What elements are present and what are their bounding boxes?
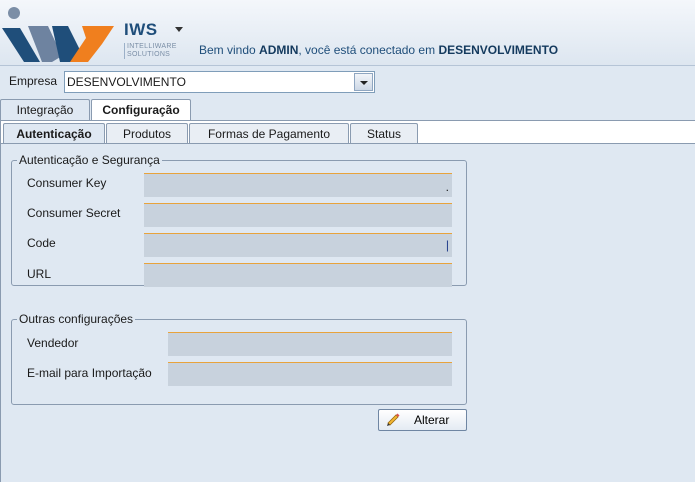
environment-name: DESENVOLVIMENTO [438, 43, 559, 57]
tab-configuracao[interactable]: Configuração [91, 99, 191, 121]
email-importacao-input[interactable] [168, 362, 452, 386]
vendedor-label: Vendedor [27, 336, 79, 350]
welcome-message: Bem vindo ADMIN, você está conectado em … [199, 43, 559, 57]
url-input[interactable] [144, 263, 452, 287]
tab-produtos[interactable]: Produtos [106, 123, 188, 144]
brand-name: IWS [124, 20, 158, 39]
email-importacao-label: E-mail para Importação [27, 366, 152, 380]
iws-logo-icon [2, 7, 114, 62]
brand-subtitle: INTELLIWARE SOLUTIONS [124, 43, 180, 59]
chevron-down-icon[interactable] [354, 73, 373, 91]
tab-formas-pagamento[interactable]: Formas de Pagamento [189, 123, 349, 144]
alterar-label: Alterar [414, 413, 450, 427]
alterar-button[interactable]: Alterar [378, 409, 467, 431]
user-name: ADMIN [259, 43, 299, 57]
consumer-secret-input[interactable] [144, 203, 452, 227]
autenticacao-panel: Autenticação e Segurança Consumer Key . … [1, 144, 695, 482]
configuracao-panel: Autenticação Produtos Formas de Pagament… [0, 121, 695, 482]
tab-integracao[interactable]: Integração [0, 99, 90, 120]
vendedor-input[interactable] [168, 332, 452, 356]
pencil-icon [387, 413, 400, 426]
tab-autenticacao[interactable]: Autenticação [3, 123, 105, 144]
auth-group-title: Autenticação e Segurança [17, 153, 162, 167]
empresa-select[interactable]: DESENVOLVIMENTO [64, 71, 375, 93]
empresa-selected-value: DESENVOLVIMENTO [67, 75, 186, 89]
other-group-title: Outras configurações [17, 312, 136, 326]
url-label: URL [27, 267, 52, 281]
tab-status[interactable]: Status [350, 123, 418, 144]
empresa-label: Empresa [9, 74, 58, 88]
code-input[interactable]: | [144, 233, 452, 257]
consumer-key-label: Consumer Key [27, 176, 107, 190]
menu-caret-icon[interactable] [175, 27, 183, 32]
main-content: Empresa DESENVOLVIMENTO Integração Confi… [0, 66, 695, 482]
consumer-secret-label: Consumer Secret [27, 206, 121, 220]
app-header: IWS INTELLIWARE SOLUTIONS Bem vindo ADMI… [0, 0, 695, 66]
consumer-key-input[interactable]: . [144, 173, 452, 197]
code-label: Code [27, 236, 56, 250]
